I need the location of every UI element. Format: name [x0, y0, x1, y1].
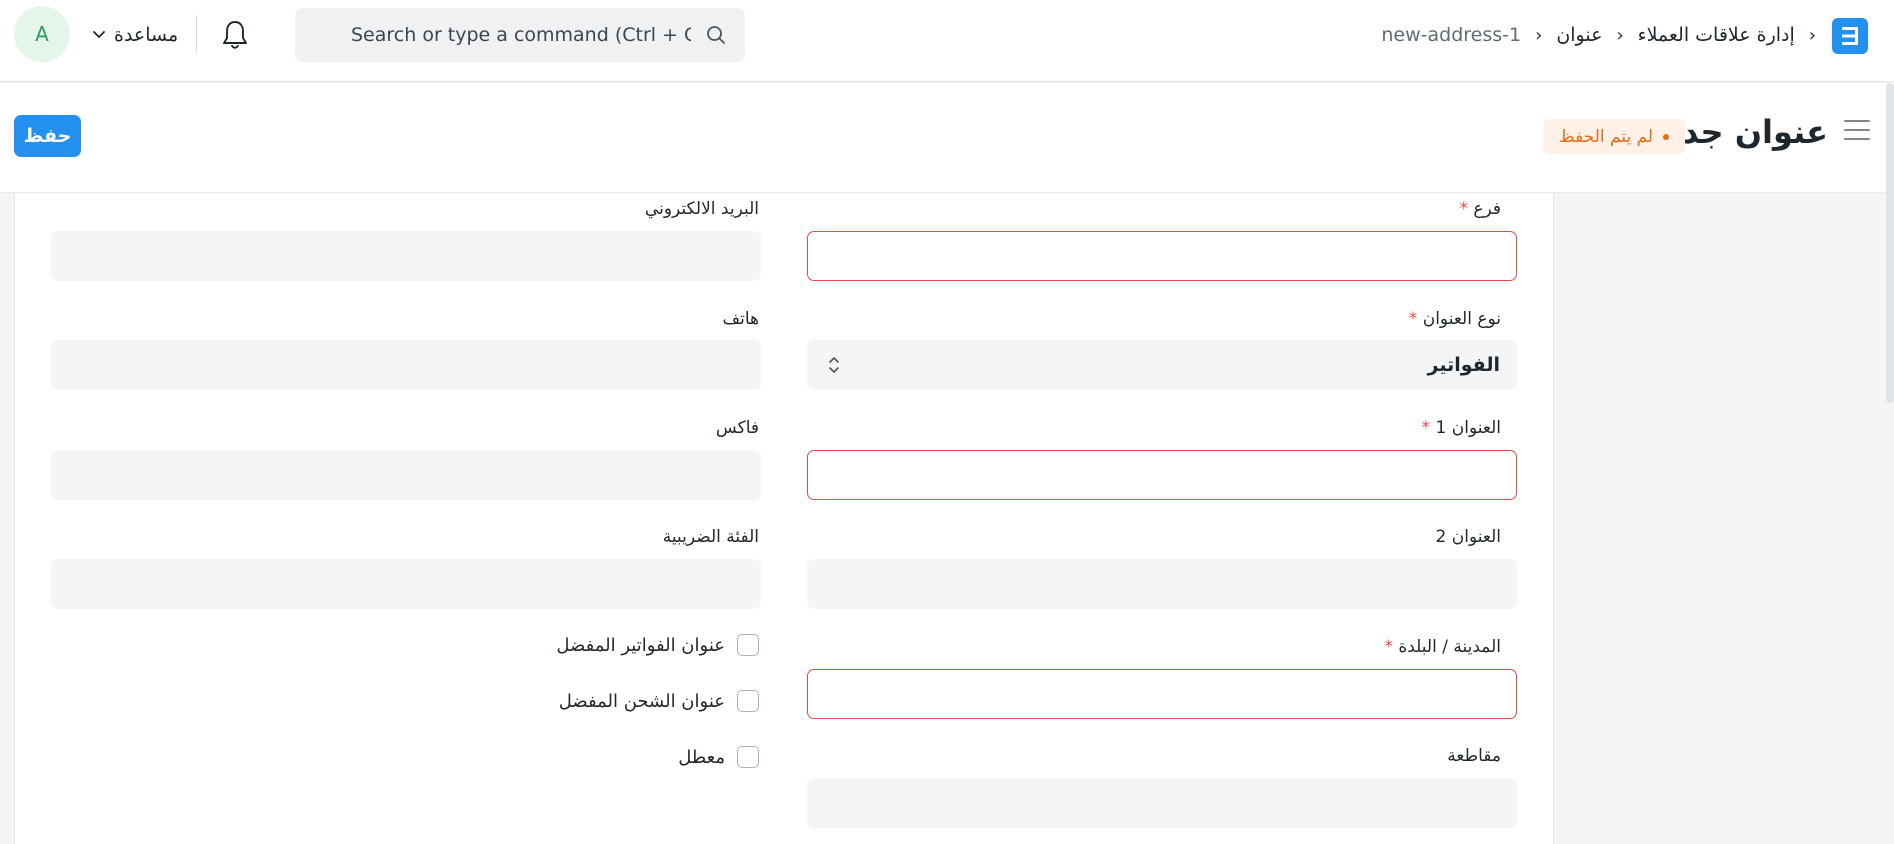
disabled-label: معطل	[678, 746, 725, 768]
branch-input[interactable]	[807, 231, 1517, 281]
email-input[interactable]	[51, 231, 761, 281]
email-label: البريد الالكتروني	[644, 199, 759, 219]
page-scrollbar[interactable]	[1886, 83, 1894, 403]
preferred-billing-checkbox[interactable]	[737, 634, 759, 656]
address-type-value: الفواتير	[1427, 354, 1500, 376]
breadcrumb: › إدارة علاقات العملاء › عنوان › new-add…	[1381, 20, 1816, 50]
fax-input[interactable]	[51, 450, 761, 500]
status-badge: لم يتم الحفظ	[1543, 119, 1686, 154]
top-navbar: › إدارة علاقات العملاء › عنوان › new-add…	[0, 0, 1894, 82]
help-label: مساعدة	[114, 24, 179, 46]
app-logo-icon[interactable]	[1832, 18, 1868, 54]
address-line1-input[interactable]	[807, 450, 1517, 500]
select-arrows-icon	[829, 357, 839, 373]
phone-label: هاتف	[722, 309, 759, 329]
city-label: المدينة / البلدة *	[1384, 637, 1501, 657]
city-input[interactable]	[807, 669, 1517, 719]
help-dropdown[interactable]: مساعدة	[92, 20, 178, 50]
bell-icon[interactable]	[220, 18, 250, 52]
avatar[interactable]: A	[14, 6, 70, 62]
status-badge-label: لم يتم الحفظ	[1559, 126, 1654, 147]
preferred-billing-label: عنوان الفواتير المفضل	[556, 634, 725, 656]
address-line2-label: العنوان 2	[1435, 527, 1501, 547]
disabled-checkbox-row[interactable]: معطل	[678, 746, 759, 768]
tax-category-label: الفئة الضريبية	[662, 527, 759, 547]
search-icon	[707, 26, 725, 44]
address-line1-label: العنوان 1 *	[1421, 418, 1501, 438]
address-form: فرع * نوع العنوان * الفواتير العنوان 1 *…	[14, 193, 1554, 844]
address-type-label: نوع العنوان *	[1408, 309, 1501, 329]
search-input[interactable]	[351, 24, 691, 46]
preferred-shipping-checkbox[interactable]	[737, 690, 759, 712]
breadcrumb-separator-icon: ›	[1616, 24, 1624, 46]
breadcrumb-separator-icon: ›	[1808, 24, 1816, 46]
breadcrumb-item-current: new-address-1	[1381, 24, 1522, 46]
status-dot-icon	[1663, 133, 1670, 140]
preferred-billing-checkbox-row[interactable]: عنوان الفواتير المفضل	[556, 634, 759, 656]
branch-label: فرع *	[1459, 199, 1501, 219]
sidebar-toggle-icon[interactable]	[1844, 120, 1870, 142]
tax-category-input[interactable]	[51, 559, 761, 609]
save-button[interactable]: حفظ	[14, 115, 81, 157]
chevron-down-icon	[93, 31, 105, 38]
page-head: عنوان جديد لم يتم الحفظ حفظ	[0, 83, 1894, 193]
breadcrumb-separator-icon: ›	[1535, 24, 1543, 46]
county-label: مقاطعة	[1447, 746, 1501, 766]
disabled-checkbox[interactable]	[737, 746, 759, 768]
navbar-divider	[196, 15, 197, 53]
county-input[interactable]	[807, 778, 1517, 828]
preferred-shipping-label: عنوان الشحن المفضل	[558, 690, 725, 712]
fax-label: فاكس	[715, 418, 759, 438]
search-bar[interactable]	[295, 8, 745, 62]
breadcrumb-item-crm[interactable]: إدارة علاقات العملاء	[1638, 24, 1795, 46]
address-type-select[interactable]: الفواتير	[807, 340, 1517, 390]
phone-input[interactable]	[51, 340, 761, 390]
preferred-shipping-checkbox-row[interactable]: عنوان الشحن المفضل	[559, 690, 759, 712]
address-line2-input[interactable]	[807, 559, 1517, 609]
breadcrumb-item-address[interactable]: عنوان	[1556, 24, 1602, 46]
